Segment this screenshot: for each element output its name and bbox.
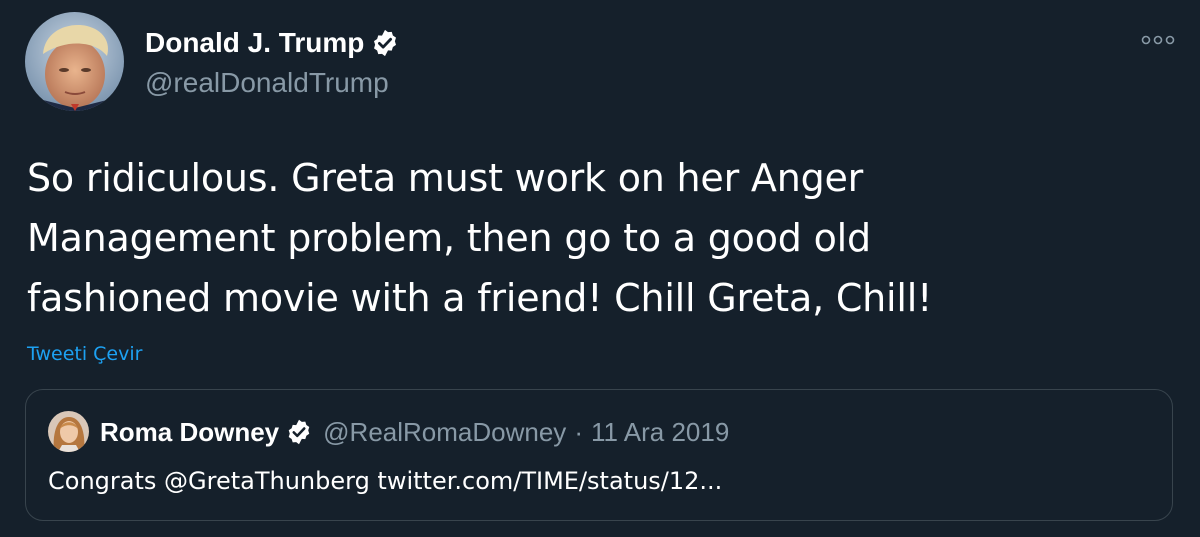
verified-badge-icon [285, 418, 313, 446]
verified-badge-icon [370, 28, 400, 58]
author-name[interactable]: Donald J. Trump [145, 26, 364, 60]
quoted-tweet-text: Congrats @GretaThunberg twitter.com/TIME… [48, 467, 723, 495]
avatar-image [48, 411, 89, 452]
author-name-row[interactable]: Donald J. Trump [145, 26, 400, 60]
tweet-text-line: Management problem, then go to a good ol… [27, 216, 871, 260]
quoted-author-handle[interactable]: @RealRomaDowney [323, 416, 566, 448]
quoted-tweet-date[interactable]: 11 Ara 2019 [591, 416, 729, 448]
tweet-text-line: So ridiculous. Greta must work on her An… [27, 156, 864, 200]
separator-dot: · [574, 417, 583, 447]
tweet-card: Donald J. Trump @realDonaldTrump So ridi… [0, 0, 1200, 537]
author-handle[interactable]: @realDonaldTrump [145, 66, 389, 100]
quoted-tweet[interactable]: Roma Downey @RealRomaDowney · 11 Ara 201… [25, 389, 1173, 521]
more-options-icon[interactable] [1141, 32, 1175, 48]
tweet-text-line: fashioned movie with a friend! Chill Gre… [27, 276, 933, 320]
tweet-text: So ridiculous. Greta must work on her An… [27, 148, 1177, 328]
quoted-author-avatar[interactable] [48, 411, 89, 452]
translate-tweet-link[interactable]: Tweeti Çevir [27, 340, 142, 368]
avatar-image [25, 12, 124, 111]
author-avatar[interactable] [25, 12, 124, 111]
quoted-author-name[interactable]: Roma Downey [100, 416, 279, 448]
quoted-tweet-header: Roma Downey @RealRomaDowney · 11 Ara 201… [100, 416, 729, 448]
